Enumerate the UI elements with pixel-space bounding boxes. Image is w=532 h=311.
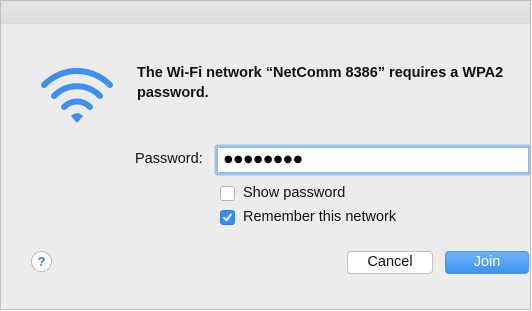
password-input[interactable]: ●●●●●●●● <box>217 147 529 173</box>
join-button[interactable]: Join <box>445 251 529 274</box>
show-password-option[interactable]: Show password <box>220 184 345 202</box>
remember-network-option[interactable]: Remember this network <box>220 208 396 226</box>
show-password-label: Show password <box>243 185 346 201</box>
cancel-button[interactable]: Cancel <box>347 251 433 274</box>
dialog-message: The Wi-Fi network “NetComm 8386” require… <box>137 65 504 101</box>
password-label: Password: <box>135 151 203 167</box>
wifi-icon <box>41 68 113 123</box>
checkmark-icon <box>223 213 232 221</box>
show-password-checkbox[interactable] <box>220 185 235 201</box>
wifi-password-dialog: The Wi-Fi network “NetComm 8386” require… <box>0 0 531 310</box>
remember-network-label: Remember this network <box>243 209 397 225</box>
dialog-titlebar[interactable] <box>1 1 530 24</box>
help-button[interactable]: ? <box>31 251 52 272</box>
remember-network-checkbox[interactable] <box>220 209 235 225</box>
